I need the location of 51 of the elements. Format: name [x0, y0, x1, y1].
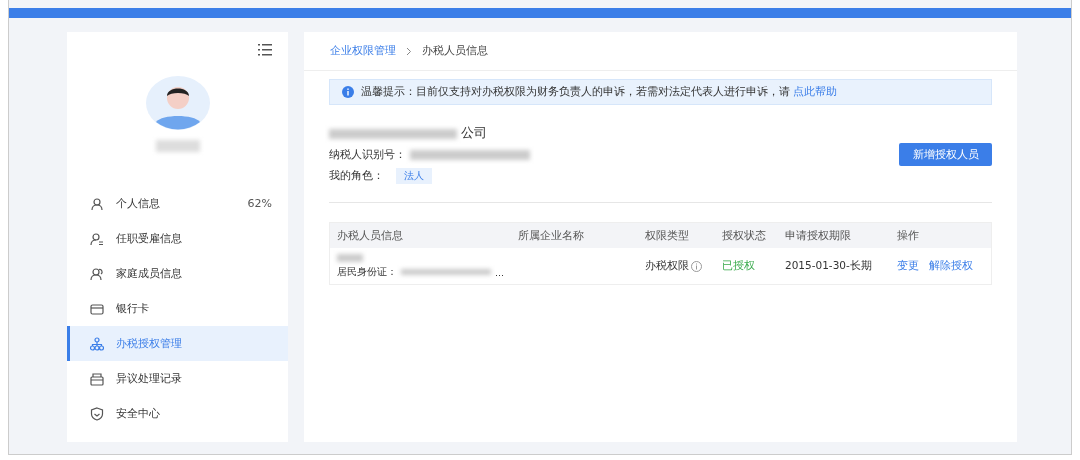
- add-authorized-person-button[interactable]: 新增授权人员: [899, 143, 992, 166]
- info-icon[interactable]: [691, 260, 702, 272]
- people-icon: [90, 266, 104, 281]
- inbox-icon: [90, 371, 104, 386]
- sidebar-item-label: 家庭成员信息: [116, 266, 183, 281]
- org-chart-icon: [90, 336, 104, 351]
- sidebar-item[interactable]: 异议处理记录: [67, 361, 288, 396]
- auth-period: 2015-01-30-长期: [785, 259, 873, 273]
- info-icon: [342, 86, 354, 98]
- action-link[interactable]: 变更: [897, 259, 919, 273]
- sidebar-item[interactable]: 银行卡: [67, 291, 288, 326]
- sidebar-item-label: 安全中心: [116, 406, 161, 421]
- column-header: 权限类型: [645, 228, 690, 243]
- sidebar-item-label: 个人信息: [116, 196, 161, 211]
- completion-percent: 62%: [247, 197, 272, 210]
- sidebar-item[interactable]: 家庭成员信息: [67, 256, 288, 291]
- role-label: 我的角色：: [329, 169, 384, 183]
- sidebar-item[interactable]: 任职受雇信息: [67, 221, 288, 256]
- person-lines-icon: [90, 231, 104, 246]
- sidebar-item-label: 银行卡: [116, 301, 150, 316]
- blurred-person-name: [337, 253, 363, 262]
- sidebar-item-label: 办税授权管理: [116, 336, 183, 351]
- sidebar-item-label: 异议处理记录: [116, 371, 183, 386]
- id-ellipsis: ...: [495, 266, 505, 278]
- sidebar-item[interactable]: 办税授权管理: [67, 326, 288, 361]
- avatar-silhouette: [145, 76, 210, 130]
- action-link[interactable]: 解除授权: [929, 259, 973, 273]
- breadcrumb-item[interactable]: 企业权限管理: [330, 44, 396, 58]
- company-name-suffix: 公司: [461, 125, 487, 142]
- sidebar-item[interactable]: 个人信息 62%: [67, 186, 288, 221]
- chevron-right-icon: [406, 46, 412, 56]
- notice-text: 温馨提示：目前仅支持对办税权限为财务负责人的申诉，若需对法定代表人进行申诉，请 点此帮助: [361, 85, 838, 99]
- breadcrumb-item: 办税人员信息: [422, 44, 488, 58]
- column-header: 授权状态: [722, 228, 767, 243]
- sidebar-item-label: 任职受雇信息: [116, 231, 183, 246]
- role-tag: 法人: [396, 168, 432, 184]
- person-icon: [90, 196, 104, 211]
- column-header: 申请授权期限: [785, 228, 852, 243]
- card-icon: [90, 301, 104, 316]
- shield-icon: [90, 406, 104, 421]
- help-link[interactable]: 点此帮助: [793, 85, 838, 97]
- taxpayer-id-label: 纳税人识别号：: [329, 148, 406, 162]
- column-header: 办税人员信息: [337, 228, 404, 243]
- permission-type: 办税权限: [645, 259, 689, 273]
- id-label: 居民身份证：: [337, 265, 397, 279]
- column-header: 所属企业名称: [518, 228, 585, 243]
- column-header: 操作: [897, 228, 920, 243]
- auth-status: 已授权: [722, 259, 756, 273]
- menu-icon[interactable]: [258, 44, 272, 56]
- blurred-username: [155, 140, 200, 152]
- sidebar-item[interactable]: 安全中心: [67, 396, 288, 431]
